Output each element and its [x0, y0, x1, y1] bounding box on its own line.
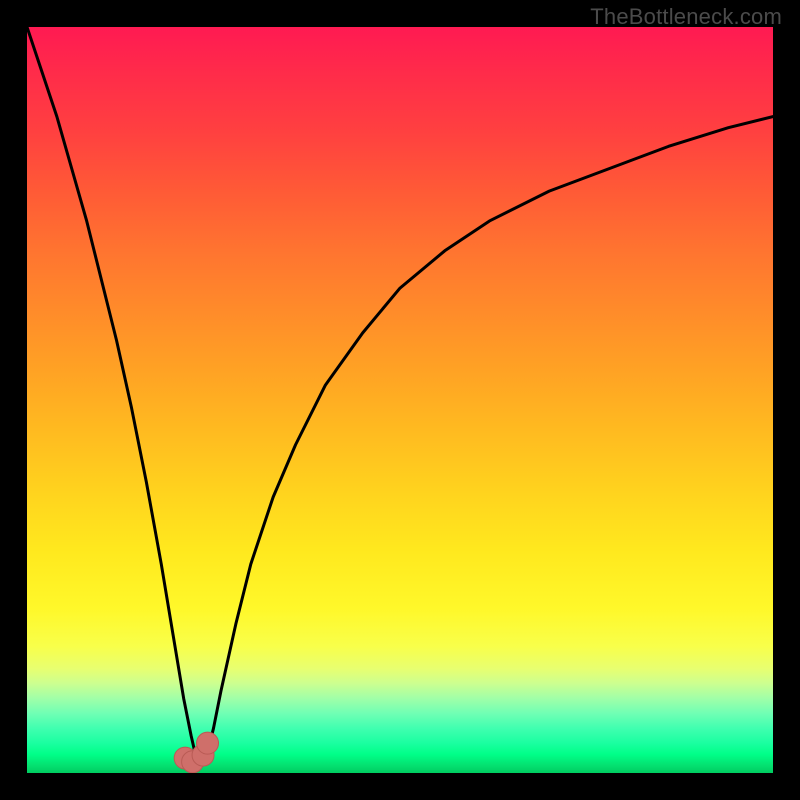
plot-area — [27, 27, 773, 773]
watermark-text: TheBottleneck.com — [590, 4, 782, 30]
heat-gradient-bg — [27, 27, 773, 773]
chart-frame: TheBottleneck.com — [0, 0, 800, 800]
